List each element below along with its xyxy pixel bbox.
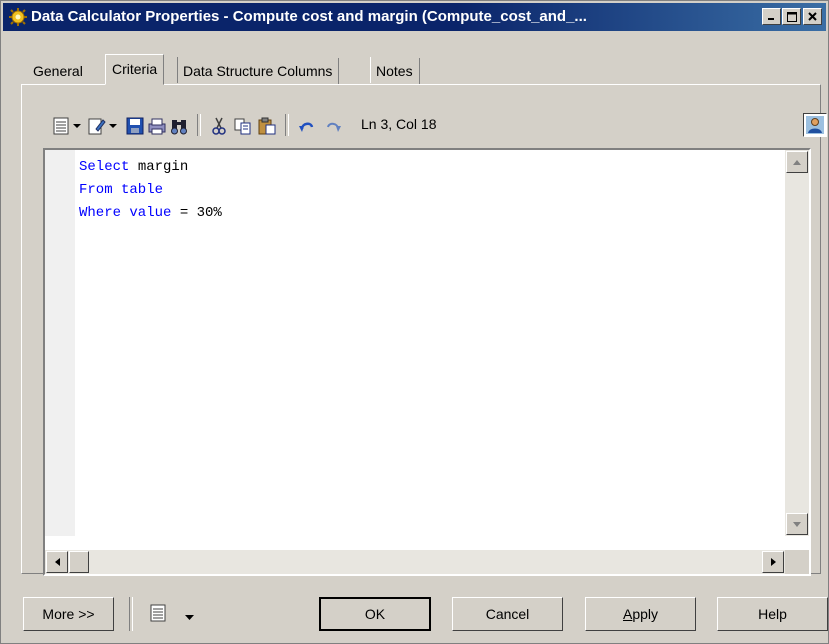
more-button-label: More >> (42, 606, 95, 622)
tab-divider (177, 57, 178, 83)
code-text-rest: = 30% (171, 205, 222, 221)
editor-toolbar: Ln 3, Col 18 (41, 106, 821, 142)
tab-data-structure-columns-label: Data Structure Columns (183, 63, 333, 79)
vertical-scrollbar[interactable] (785, 150, 809, 536)
title-bar[interactable]: Data Calculator Properties - Compute cos… (3, 3, 826, 31)
copy-icon (234, 118, 251, 135)
properties-dialog: Data Calculator Properties - Compute cos… (0, 0, 829, 644)
paste-button[interactable] (257, 116, 277, 136)
tab-data-structure-columns[interactable]: Data Structure Columns (177, 58, 340, 84)
print-icon (148, 118, 166, 135)
scroll-down-button[interactable] (786, 513, 808, 535)
apply-mnemonic: A (622, 606, 633, 622)
help-button[interactable]: Help (717, 597, 828, 631)
toolbar-separator (285, 114, 289, 136)
edit-button[interactable] (87, 116, 107, 136)
horizontal-scroll-thumb[interactable] (69, 551, 89, 573)
save-button[interactable] (125, 116, 145, 136)
close-icon (808, 12, 817, 21)
ok-button-label: OK (364, 606, 386, 622)
code-line: From table (79, 179, 222, 202)
arrow-left-icon (54, 558, 60, 566)
tab-criteria[interactable]: Criteria (105, 54, 165, 85)
sql-editor[interactable]: Select margin From table Where value = 30% (43, 148, 811, 576)
help-button-label: Help (758, 606, 787, 622)
tab-criteria-label: Criteria (112, 61, 158, 77)
minimize-button[interactable] (762, 8, 781, 25)
properties-icon (53, 117, 69, 135)
tab-divider (370, 57, 371, 83)
properties-button[interactable] (51, 116, 71, 136)
apply-label-rest: pply (632, 606, 659, 622)
properties-dropdown[interactable] (71, 116, 83, 136)
arrow-down-icon (793, 521, 801, 527)
undo-button[interactable] (297, 116, 317, 136)
maximize-icon (786, 11, 797, 22)
code-line: Select margin (79, 156, 222, 179)
code-keyword: From table (79, 182, 164, 198)
maximize-button[interactable] (782, 8, 801, 25)
dropdown-arrow-icon (185, 615, 194, 620)
horizontal-scrollbar[interactable] (45, 550, 785, 574)
tab-general-label: General (33, 63, 83, 79)
properties-icon (150, 604, 166, 622)
line-gutter (45, 150, 75, 536)
dropdown-arrow-icon (109, 123, 117, 128)
cut-icon (212, 117, 226, 135)
find-button[interactable] (169, 116, 189, 136)
code-text-rest: margin (129, 159, 189, 175)
cut-button[interactable] (209, 116, 229, 136)
code-keyword: Where value (79, 205, 172, 221)
tab-general[interactable]: General (27, 58, 89, 84)
cancel-button-label: Cancel (485, 606, 530, 622)
more-button[interactable]: More >> (23, 597, 114, 631)
apply-button-label: Apply (623, 606, 658, 622)
ok-button[interactable]: OK (319, 597, 431, 631)
find-icon (171, 120, 187, 135)
cursor-position: Ln 3, Col 18 (361, 116, 437, 132)
close-button[interactable] (803, 8, 822, 25)
edit-icon (88, 118, 106, 135)
redo-button[interactable] (323, 116, 343, 136)
properties-menu-button[interactable] (149, 603, 173, 623)
button-separator (129, 597, 133, 631)
data-calculator-icon (9, 8, 27, 26)
scrollbar-corner (785, 550, 809, 574)
toolbar-separator (197, 114, 201, 136)
undo-icon (299, 122, 314, 132)
code-line: Where value = 30% (79, 202, 222, 225)
cancel-button[interactable]: Cancel (452, 597, 563, 631)
user-icon (806, 116, 824, 134)
paste-icon (258, 117, 276, 135)
tab-notes[interactable]: Notes (370, 58, 420, 84)
properties-menu-dropdown[interactable] (185, 609, 194, 624)
window-title: Data Calculator Properties - Compute cos… (31, 8, 587, 25)
code-keyword: Select (79, 159, 130, 175)
user-button[interactable] (803, 113, 827, 137)
arrow-right-icon (770, 558, 776, 566)
dropdown-arrow-icon (73, 123, 81, 128)
arrow-up-icon (793, 159, 801, 165)
save-icon (126, 117, 144, 135)
copy-button[interactable] (233, 116, 253, 136)
print-button[interactable] (147, 116, 167, 136)
apply-button[interactable]: Apply (585, 597, 696, 631)
code-text[interactable]: Select margin From table Where value = 30% (79, 156, 222, 225)
tab-notes-label: Notes (376, 63, 413, 79)
scroll-right-button[interactable] (762, 551, 784, 573)
scroll-left-button[interactable] (46, 551, 68, 573)
edit-dropdown[interactable] (107, 116, 119, 136)
minimize-icon (768, 18, 774, 20)
redo-icon (327, 122, 341, 132)
scroll-up-button[interactable] (786, 151, 808, 173)
